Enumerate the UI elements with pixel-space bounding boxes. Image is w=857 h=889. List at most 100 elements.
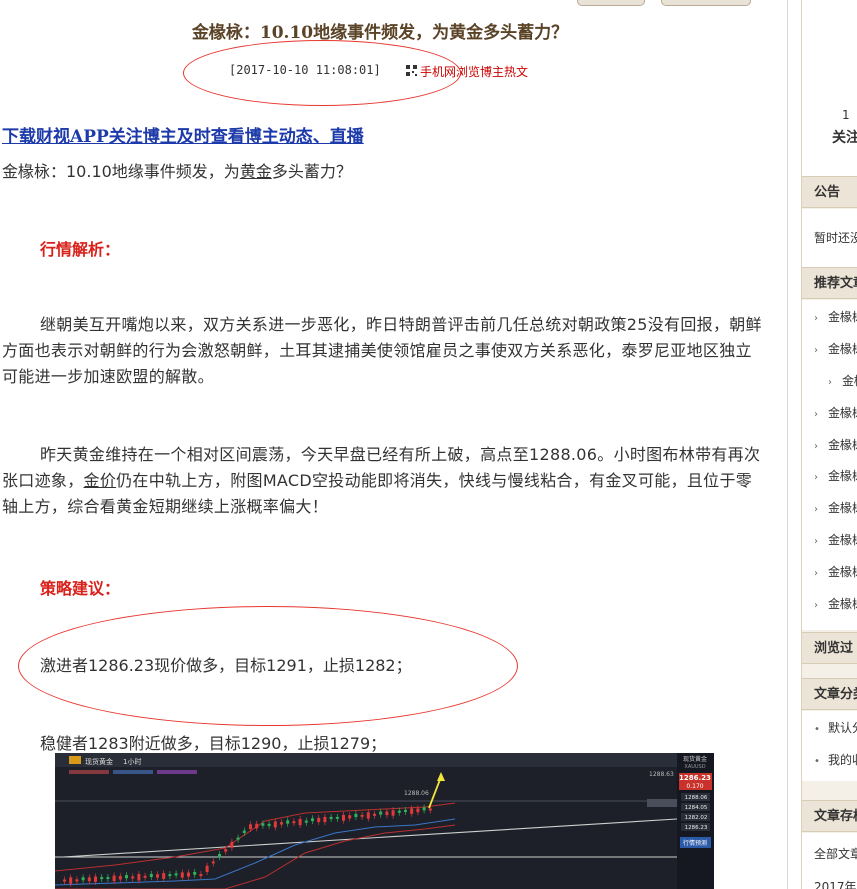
candle-body [211,861,215,864]
candle-body [162,873,166,879]
candle-body [125,875,128,879]
candle-body [143,875,147,878]
chart-high-label: 1288.06 [404,790,429,797]
candle-body [280,822,283,825]
category-heading: 文章分类 [802,678,857,710]
candle-body [329,816,333,820]
candle-body [342,814,345,821]
candle-body [360,814,364,817]
chart-side-symbol: XAUUSD [684,764,705,770]
recommend-item-label: 金椽栐 [828,565,857,579]
recommend-item[interactable]: › 金椽 [828,372,857,389]
candle-body [255,823,259,829]
recommend-item-label: 金椽栐 [828,310,857,324]
gold-link[interactable]: 黄金 [240,162,272,181]
recommend-item[interactable]: › 金椽栐 [814,499,857,516]
recommend-item[interactable]: › 金椽栐 [814,340,857,357]
candle-body [218,854,221,858]
candle-body [112,875,116,882]
article-title: 金椽栐：10.10地缘事件频发，为黄金多头蓄力？ [191,23,569,43]
candle-body [422,807,426,811]
recommend-item[interactable]: › 金椽栐 [814,563,857,580]
archive-year-link[interactable]: 2017年10 [814,878,857,889]
recommend-item[interactable]: › 金椽栐 [814,467,857,484]
chevron-right-icon: › [814,313,818,324]
category-item-default[interactable]: •默认分类 [814,719,857,736]
candle-body [428,808,432,811]
gold-price-link[interactable]: 金价 [84,471,117,490]
gold-price-chart-image: 现货黄金 1小时 1288.06 1288.63 现货黄金 XAUUSD 128… [55,753,714,889]
candle-body [87,877,91,882]
chevron-right-icon: › [814,472,818,483]
recommend-item[interactable]: › 金椽栐 [814,531,857,548]
chart-header-tag: 现货黄金 [85,757,113,766]
article-lead: 金椽栐：10.10地缘事件频发，为黄金多头蓄力？ [2,158,352,182]
candle-body [391,810,395,816]
candle-body [286,820,290,824]
top-button-1[interactable] [577,0,645,6]
candle-body [404,809,407,812]
recommend-item-label: 金椽栐 [828,438,857,452]
chevron-right-icon: › [814,568,818,579]
candle-body [261,823,265,826]
chevron-right-icon: › [814,441,818,452]
recommend-item-label: 金椽栐 [828,342,857,356]
candle-body [94,876,97,882]
chevron-right-icon: › [828,377,832,388]
top-button-2[interactable] [661,0,751,6]
recommend-item-label: 金椽栐 [828,469,857,483]
recommend-item[interactable]: › 金椽栐 [814,308,857,325]
recommend-item[interactable]: › 金椽栐 [814,436,857,453]
lead-text-end: 多头蓄力？ [271,162,352,181]
chart-change: 0.170 [686,783,703,790]
candle-body [366,812,370,819]
candle-body [180,872,184,878]
candle-body [249,824,252,830]
recommend-item-label: 金椽栐 [828,501,857,515]
candle-body [118,876,122,880]
follow-button[interactable]: 关注 [832,127,857,147]
recommend-item-label: 金椽栐 [828,597,857,611]
category-item-favorites[interactable]: •我的收藏 [814,751,857,768]
candle-body [323,816,327,823]
candle-body [311,818,314,822]
analysis-paragraph-2: 昨天黄金维持在一个相对区间震荡，今天早盘已经有所上破，高点至1288.06。小时… [2,442,767,520]
candle-body [168,874,172,877]
annotation-ellipse-strategy [18,606,518,726]
chart-level-label: 1282.02 [685,815,708,821]
chart-trade-button[interactable]: 行情预测 [683,839,707,847]
candle-body [81,877,85,881]
recommend-item-label: 金椽 [842,374,857,388]
visitors-heading: 浏览过 [802,632,857,664]
chart-axis-high: 1288.63 [649,771,674,778]
candle-body [205,865,209,872]
chevron-right-icon: › [814,345,818,356]
candle-body [137,874,141,881]
candle-body [224,849,228,852]
recommend-item-label: 金椽栐 [828,533,857,547]
chart-level-label: 1286.23 [685,825,708,831]
candle-body [385,811,389,816]
chevron-right-icon: › [814,504,818,515]
recommend-item[interactable]: › 金椽栐 [814,595,857,612]
section-strategy-heading: 策略建议： [40,579,121,598]
candle-body [242,830,246,833]
candle-body [69,877,73,884]
recommend-item[interactable]: › 金椽栐 [814,404,857,421]
chevron-right-icon: › [814,536,818,547]
candle-body [75,879,79,882]
archive-all-link[interactable]: 全部文章 [814,845,857,862]
candle-body [298,818,302,826]
candle-body [304,820,308,823]
paragraph-1-text: 继朝美互开嘴炮以来，双方关系进一步恶化，昨日特朗普评击前几任总统对朝政策25没有… [2,315,762,386]
candle-body [335,816,339,819]
right-sidebar: 1 关注 公告 暂时还没 推荐文章 › 金椽栐 › 金椽栐 › 金椽 › 金椽栐 › 金椽栐 › 金椽… [801,0,857,889]
candle-body [354,813,358,818]
download-app-link[interactable]: 下载财视APP关注博主及时查看博主动态、直播 [2,122,364,147]
archive-heading: 文章存档 [802,800,857,832]
recommend-item-label: 金椽栐 [828,406,857,420]
analysis-paragraph-1: 继朝美互开嘴炮以来，双方关系进一步恶化，昨日特朗普评击前几任总统对朝政策25没有… [2,312,767,390]
candle-body [317,817,321,823]
recommend-heading: 推荐文章 [802,267,857,299]
candle-body [348,815,352,819]
